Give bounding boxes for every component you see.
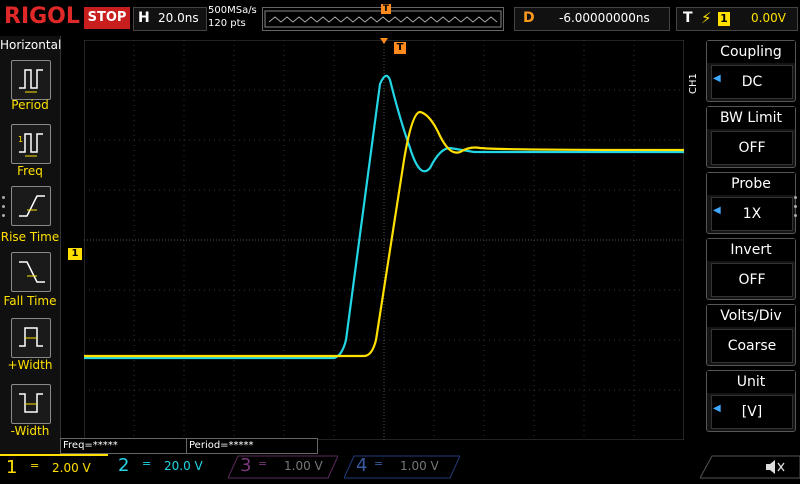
ch1-offset-marker[interactable]: 1 xyxy=(68,248,82,260)
run-stop-indicator[interactable]: STOP xyxy=(84,7,130,29)
ch4-tab[interactable]: 4 = 1.00 V xyxy=(344,454,460,480)
ch3-coupling-icon: = xyxy=(258,457,268,470)
sample-rate-info: 500MSa/s 120 pts xyxy=(208,4,268,32)
fall-time-label: Fall Time xyxy=(3,294,57,308)
timebase-letter: H xyxy=(138,10,150,26)
sample-rate: 500MSa/s xyxy=(208,5,257,16)
ch2-tab[interactable]: 2 = 20.0 V xyxy=(112,454,222,480)
freq-icon: 1 xyxy=(18,133,43,157)
speaker-muted-icon xyxy=(699,455,800,479)
left-arrow-icon: ◀ xyxy=(713,205,721,216)
brand-logo: RIGOL xyxy=(4,4,80,29)
ch4-number: 4 xyxy=(356,455,368,476)
volts-div-title: Volts/Div xyxy=(707,305,795,327)
ch2-coupling-icon: = xyxy=(142,457,152,470)
left-arrow-icon: ◀ xyxy=(713,403,721,414)
unit-value: [V] xyxy=(711,395,793,429)
rise-time-icon xyxy=(19,195,45,217)
coupling-title: Coupling xyxy=(707,41,795,63)
trigger-time-marker[interactable]: T xyxy=(394,42,406,54)
memory-points: 120 pts xyxy=(208,18,246,29)
coupling-value: DC xyxy=(711,65,793,99)
trigger-letter: T xyxy=(683,10,693,26)
invert-button[interactable]: Invert OFF xyxy=(706,238,796,300)
period-measurement: Period=***** xyxy=(186,438,318,454)
bw-limit-value: OFF xyxy=(711,131,793,165)
ch4-scale: 1.00 V xyxy=(400,459,439,473)
ch1-number: 1 xyxy=(6,457,18,478)
ch1-scale: 2.00 V xyxy=(52,461,91,475)
ch1-coupling-icon: = xyxy=(30,459,40,472)
left-arrow-icon: ◀ xyxy=(713,73,721,84)
ch2-number: 2 xyxy=(118,455,130,476)
rise-time-button[interactable] xyxy=(11,186,51,226)
trigger-box[interactable]: T ⚡ 1 0.00V xyxy=(676,7,798,31)
probe-button[interactable]: Probe 1X ◀ xyxy=(706,172,796,234)
waveform-grid xyxy=(84,40,684,440)
trigger-edge-icon: ⚡ xyxy=(701,9,712,27)
ch1-tab[interactable]: 1 = 2.00 V xyxy=(0,454,108,482)
coupling-button[interactable]: Coupling DC ◀ xyxy=(706,40,796,102)
pos-width-button[interactable] xyxy=(11,318,51,358)
delay-value: -6.00000000ns xyxy=(559,11,650,25)
memory-map: T xyxy=(262,4,504,31)
delay-box[interactable]: D -6.00000000ns xyxy=(514,7,670,31)
fall-time-button[interactable] xyxy=(11,252,51,292)
channel-tag: CH1 xyxy=(688,73,699,94)
neg-width-button[interactable] xyxy=(11,384,51,424)
timebase-box[interactable]: H 20.0ns xyxy=(133,7,207,31)
pos-width-label: +Width xyxy=(7,358,53,372)
freq-button[interactable]: 1 xyxy=(11,124,51,164)
unit-title: Unit xyxy=(707,371,795,393)
left-page-dots xyxy=(2,196,6,220)
invert-value: OFF xyxy=(711,263,793,297)
probe-title: Probe xyxy=(707,173,795,195)
unit-button[interactable]: Unit [V] ◀ xyxy=(706,370,796,432)
pos-width-icon xyxy=(19,327,43,347)
ch3-tab[interactable]: 3 = 1.00 V xyxy=(228,454,338,480)
rise-time-label: Rise Time xyxy=(0,230,60,244)
neg-width-label: -Width xyxy=(10,424,50,438)
left-menu-title: Horizontal xyxy=(0,38,62,52)
ch2-scale: 20.0 V xyxy=(164,459,203,473)
trigger-source: 1 xyxy=(718,12,730,26)
probe-value: 1X xyxy=(711,197,793,231)
neg-width-icon xyxy=(19,393,43,413)
volts-div-button[interactable]: Volts/Div Coarse xyxy=(706,304,796,366)
invert-title: Invert xyxy=(707,239,795,261)
fall-time-icon xyxy=(19,261,45,283)
delay-letter: D xyxy=(523,10,535,26)
memory-trigger-marker: T xyxy=(381,4,391,14)
bw-limit-title: BW Limit xyxy=(707,107,795,129)
svg-text:1: 1 xyxy=(18,135,23,144)
freq-measurement: Freq=***** xyxy=(60,438,188,454)
ch3-scale: 1.00 V xyxy=(284,459,323,473)
timebase-value: 20.0ns xyxy=(158,11,199,25)
trigger-level: 0.00V xyxy=(751,11,786,25)
freq-label: Freq xyxy=(17,164,43,178)
period-icon xyxy=(19,69,43,93)
period-button[interactable] xyxy=(11,60,51,100)
right-page-dots xyxy=(794,196,798,220)
period-label: Period xyxy=(11,98,49,112)
bw-limit-button[interactable]: BW Limit OFF xyxy=(706,106,796,168)
volts-div-value: Coarse xyxy=(711,329,793,363)
sound-button[interactable] xyxy=(699,454,800,480)
ch3-number: 3 xyxy=(240,455,252,476)
ch4-coupling-icon: = xyxy=(374,457,384,470)
